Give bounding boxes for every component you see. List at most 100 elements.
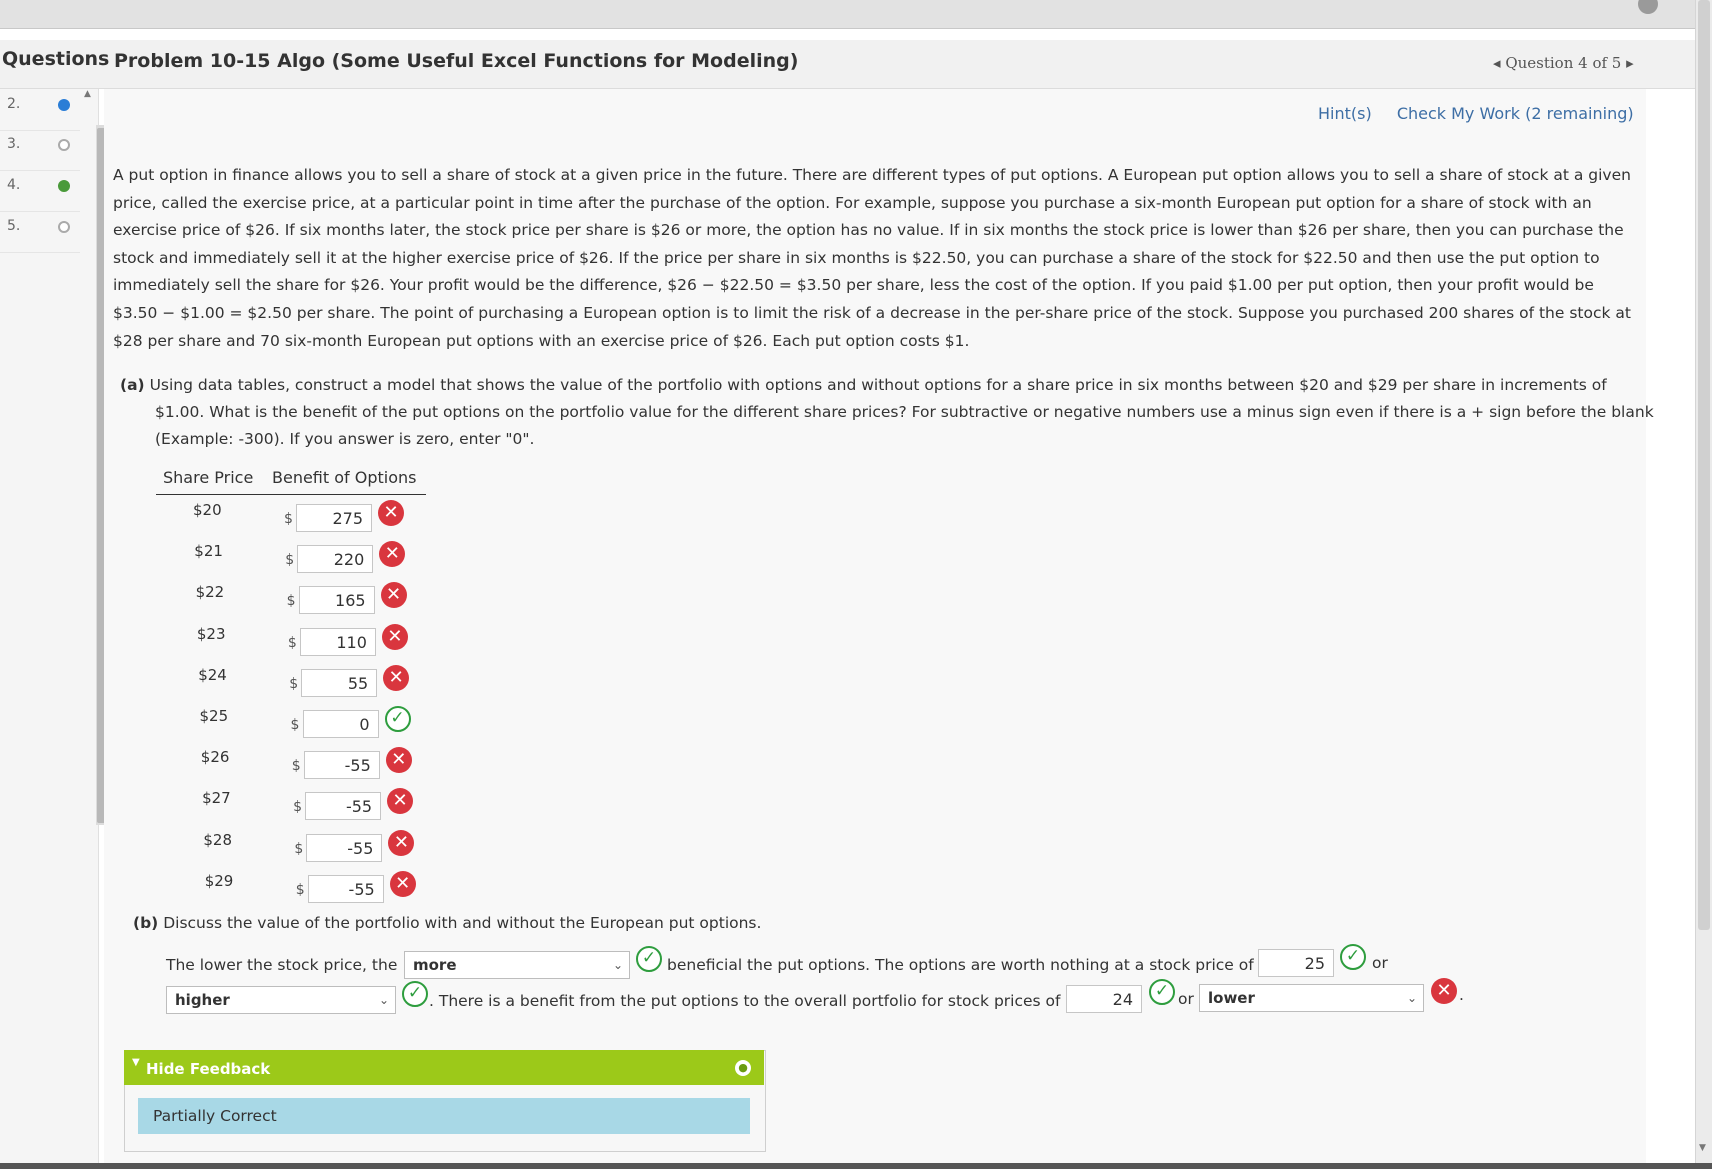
currency-symbol: $ [286,593,296,610]
sidebar-scroll-up-icon[interactable]: ▲ [84,89,91,99]
page-scrollbar[interactable]: ▼ [1695,0,1712,1169]
check-icon: ✓ [636,946,662,972]
benefit-input[interactable]: -55 [305,792,382,821]
benefit-input[interactable]: 220 [297,545,374,574]
hints-link[interactable]: Hint(s) [1318,104,1372,123]
error-icon: ✕ [389,870,416,897]
error-icon: ✕ [381,623,408,650]
price-direction-select-2[interactable]: lower ⌄ [1199,984,1424,1012]
currency-symbol: $ [294,840,304,857]
part-a-text: Using data tables, construct a model tha… [149,376,1654,448]
worthless-price-input[interactable]: 25 [1258,949,1334,977]
check-my-work-link[interactable]: Check My Work (2 remaining) [1397,104,1634,123]
question-status-icon [58,221,70,233]
error-icon: ✕ [385,747,412,774]
error-icon: ✕ [383,664,410,691]
question-number: 5. [7,218,21,234]
benefit-input[interactable]: 110 [299,627,376,656]
error-icon: ✕ [388,829,415,856]
benefit-header: Benefit of Options [272,468,417,487]
benefit-input[interactable]: 0 [302,710,379,738]
share-price-cell: $26 [200,748,230,767]
benefit-price-input[interactable]: 24 [1066,985,1142,1013]
check-icon: ✓ [1340,944,1366,970]
problem-statement: A put option in finance allows you to se… [113,166,1631,350]
feedback-status: Partially Correct [138,1098,750,1134]
stock-price-effect-select[interactable]: more ⌄ [404,951,630,979]
part-a-label: (a) [120,376,145,394]
chevron-down-icon: ⌄ [378,993,389,1007]
part-b-or-1: or [1372,954,1388,972]
scroll-down-icon[interactable]: ▼ [1699,1143,1706,1153]
check-icon: ✓ [402,981,428,1007]
price-direction-value-1: higher [175,991,230,1009]
part-b-prompt: (b) Discuss the value of the portfolio w… [133,914,761,932]
question-position: Question 4 of 5 [1505,54,1622,72]
benefit-input[interactable]: -55 [303,751,380,780]
share-price-cell: $27 [202,789,231,808]
currency-symbol: $ [290,717,300,733]
benefit-input[interactable]: 55 [301,668,378,697]
benefit-input[interactable]: 165 [298,586,375,615]
share-price-cell: $28 [203,830,233,849]
part-b-text: Discuss the value of the portfolio with … [163,914,762,932]
part-b-period: . [1459,986,1464,1004]
part-b-sentence-1: The lower the stock price, the [166,956,398,974]
chevron-down-icon: ⌄ [612,958,623,972]
part-b-sentence-2: beneficial the put options. The options … [667,956,1269,974]
question-status-icon [58,99,70,111]
share-price-cell: $23 [196,624,226,643]
currency-symbol: $ [293,799,303,816]
check-icon: ✓ [384,706,411,732]
question-status-icon [58,180,70,192]
sidebar-question-item[interactable]: 3. [0,130,80,171]
currency-symbol: $ [289,675,299,692]
share-price-cell: $29 [204,871,234,890]
check-icon: ✓ [1149,979,1175,1005]
price-direction-select-1[interactable]: higher ⌄ [166,986,396,1014]
info-icon[interactable] [1638,0,1658,14]
feedback-status-icon: ● [735,1060,751,1076]
benefit-input[interactable]: -55 [307,874,384,903]
sidebar-question-item[interactable]: 5. [0,212,80,253]
help-links: Hint(s) Check My Work (2 remaining) [1318,104,1654,123]
hide-feedback-button[interactable]: Hide Feedback [146,1060,270,1078]
share-price-cell: $21 [194,542,223,561]
part-a-prompt: (a) Using data tables, construct a model… [120,372,1655,453]
share-price-header: Share Price [163,468,254,487]
next-question-icon[interactable]: ▸ [1626,54,1634,72]
benefit-input[interactable]: -55 [306,833,383,862]
error-icon: ✕ [380,582,407,609]
currency-symbol: $ [295,881,305,898]
sidebar-question-item[interactable]: 4. [0,171,80,212]
question-number: 4. [7,177,21,193]
share-price-cell: $24 [198,665,227,684]
question-navigator: ◂ Question 4 of 5 ▸ [1493,54,1634,72]
question-number: 2. [7,96,21,112]
benefit-input[interactable]: 275 [296,504,372,532]
part-b-label: (b) [133,914,159,932]
question-number: 3. [7,136,21,152]
share-price-cell: $22 [195,583,225,602]
chevron-down-icon: ⌄ [1406,991,1417,1005]
part-b-sentence-3: . There is a benefit from the put option… [429,992,1076,1010]
browser-top-bar [0,0,1712,29]
currency-symbol: $ [284,511,293,527]
problem-title: Problem 10-15 Algo (Some Useful Excel Fu… [114,50,799,72]
share-price-cell: $25 [199,707,229,725]
question-status-icon [58,139,70,151]
error-icon: ✕ [378,500,404,526]
sidebar-question-item[interactable]: 2. [0,90,80,131]
part-b-or-2: or [1178,990,1194,1008]
page-scrollbar-thumb[interactable] [1698,0,1710,930]
table-header-rule [156,494,426,495]
price-direction-value-2: lower [1208,989,1255,1007]
currency-symbol: $ [291,758,301,775]
error-icon: ✕ [1431,978,1457,1004]
prev-question-icon[interactable]: ◂ [1493,54,1501,72]
share-price-cell: $20 [193,501,222,519]
collapse-triangle-icon[interactable]: ▼ [132,1057,140,1068]
bottom-edge [0,1163,1712,1169]
stock-price-effect-value: more [413,956,457,974]
currency-symbol: $ [287,634,297,651]
